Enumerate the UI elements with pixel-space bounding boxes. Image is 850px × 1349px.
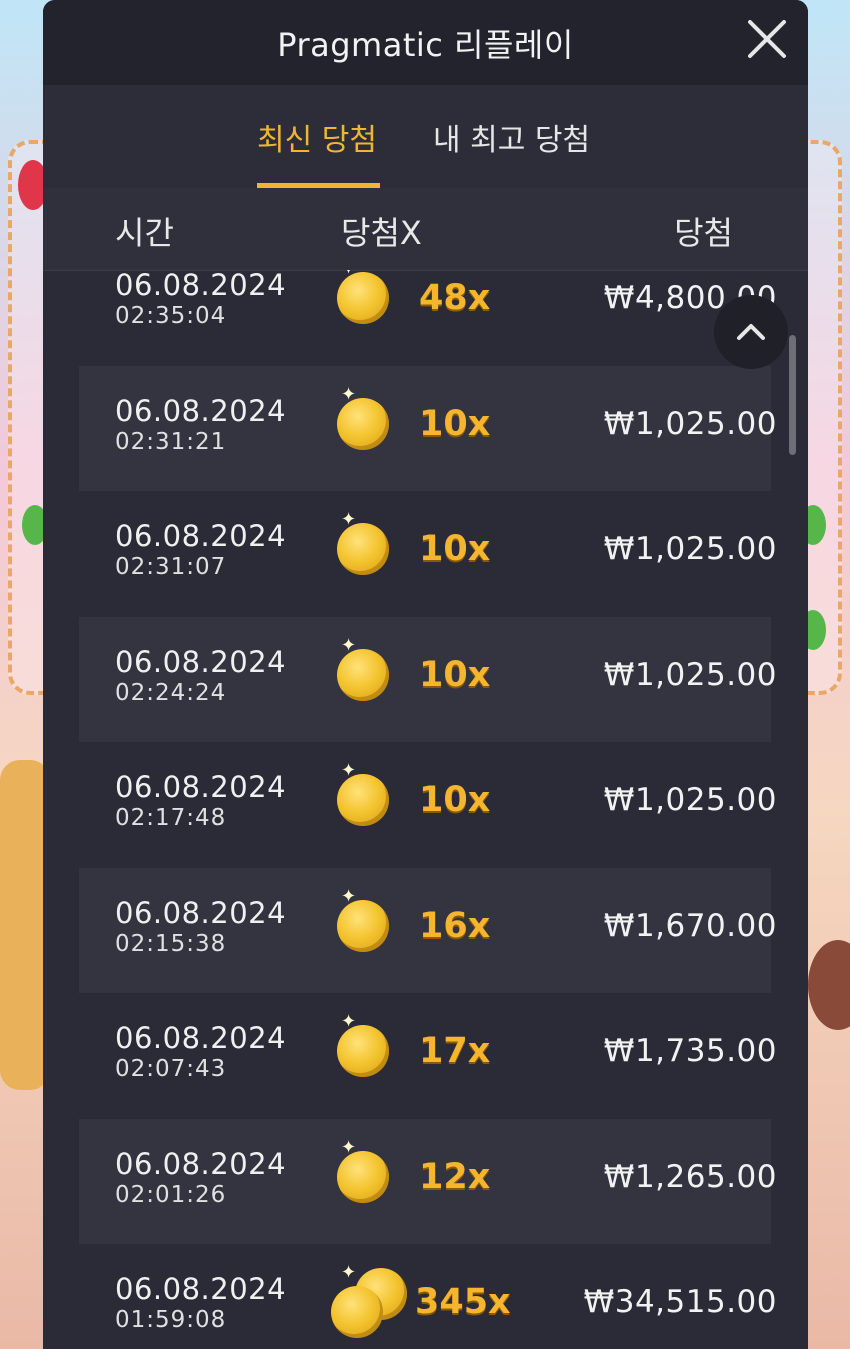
coin-icon [337,1025,389,1077]
column-header: 시간 당첨X 당첨 [43,188,808,271]
sparkle-icon: ✦ [341,760,357,781]
table-row: 06.08.2024 02:31:21 ✦ 10x ₩1,025.00 [79,365,776,491]
row-win-amount: ₩34,515.00 [583,1284,777,1320]
row-time: 02:31:21 [115,428,227,455]
candy-decoration [808,940,850,1030]
row-win-amount: ₩1,735.00 [603,1033,777,1069]
coin-icon: ✦ [337,635,407,715]
row-time: 01:59:08 [115,1307,227,1333]
coin-icon: ✦ [337,1011,407,1091]
row-multiplier: 48x [419,278,491,318]
row-win-amount: ₩1,025.00 [603,656,777,693]
row-time: 02:31:07 [115,554,227,580]
scrollbar-thumb[interactable] [789,335,796,455]
sparkle-icon: ✦ [341,509,357,530]
row-multiplier: 10x [419,780,491,820]
row-win-amount: ₩1,025.00 [603,405,777,442]
table-row: 06.08.202402:35:04✦48x₩4,800.00 [79,270,776,365]
coin-icon [337,397,389,450]
row-date: 06.08.2024 [115,1272,287,1306]
chevron-up-icon [737,324,765,340]
row-time: 02:35:04 [115,303,227,329]
row-date: 06.08.2024 [115,895,287,930]
table-row: 06.08.2024 01:59:08 ✦ 345x ₩34,515.00 [79,1244,776,1349]
sparkle-icon: ✦ [341,270,356,279]
row-time: 02:17:48 [115,805,227,831]
row-win-amount: ₩1,265.00 [603,1158,777,1195]
row-win-amount: ₩1,670.00 [603,907,777,944]
row-multiplier: 10x [419,529,491,569]
table-row: 06.08.2024 02:24:24 ✦ 10x ₩1,025.00 [79,616,776,742]
scroll-up-button[interactable] [714,295,788,369]
coin-icon [337,272,389,324]
table-row: 06.08.2024 02:01:26 ✦ 12x ₩1,265.00 [79,1118,776,1244]
panel-title: Pragmatic 리플레이 [277,25,574,64]
tab-my-top-wins[interactable]: 내 최고 당첨 [433,115,590,185]
wins-list[interactable]: 06.08.202402:35:04✦48x₩4,800.0006.08.202… [43,270,808,1349]
coin-icon: ✦ [337,760,407,840]
sparkle-icon: ✦ [341,383,357,405]
coin-icon: ✦ [337,270,407,338]
row-time: 02:07:43 [115,1056,227,1082]
coin-icon [337,899,389,952]
sparkle-icon: ✦ [341,1136,357,1158]
coin-icon [337,774,389,826]
table-row: 06.08.2024 02:15:38 ✦ 16x ₩1,670.00 [79,867,776,993]
replay-panel: Pragmatic 리플레이 최신 당첨 내 최고 당첨 시간 당첨X 당첨 0… [43,0,808,1349]
close-icon [748,20,786,58]
row-multiplier: 10x [419,403,491,444]
row-multiplier: 345x [415,1282,511,1322]
tab-latest-wins[interactable]: 최신 당첨 [257,115,377,185]
coin-icon: ✦ [331,1262,407,1342]
row-win-amount: ₩1,025.00 [603,531,777,567]
row-date: 06.08.2024 [115,270,287,302]
coin-icon [337,523,389,575]
row-date: 06.08.2024 [115,393,287,428]
close-button[interactable] [744,16,790,62]
tab-bar: 최신 당첨 내 최고 당첨 [43,85,808,188]
coin-icon: ✦ [337,384,407,464]
row-date: 06.08.2024 [115,1146,287,1181]
title-bar: Pragmatic 리플레이 [43,0,808,85]
row-date: 06.08.2024 [115,519,287,553]
row-multiplier: 17x [419,1031,491,1071]
sparkle-icon: ✦ [341,1262,357,1283]
column-time: 시간 [115,214,174,252]
coin-icon [337,1150,389,1203]
row-date: 06.08.2024 [115,770,287,804]
row-win-amount: ₩1,025.00 [603,782,777,818]
coin-icon [331,1286,383,1338]
sparkle-icon: ✦ [341,885,357,907]
table-row: 06.08.2024 02:17:48 ✦ 10x ₩1,025.00 [79,742,776,867]
row-date: 06.08.2024 [115,1021,287,1055]
sparkle-icon: ✦ [341,634,357,656]
coin-icon [337,648,389,701]
row-multiplier: 12x [419,1156,491,1197]
table-row: 06.08.2024 02:31:07 ✦ 10x ₩1,025.00 [79,491,776,616]
coin-icon: ✦ [337,1137,407,1217]
column-win: 당첨 [674,214,733,252]
column-multiplier: 당첨X [341,214,422,252]
sparkle-icon: ✦ [341,1011,357,1032]
row-date: 06.08.2024 [115,644,287,679]
row-multiplier: 10x [419,654,491,695]
coin-icon: ✦ [337,886,407,966]
row-time: 02:24:24 [115,679,227,706]
row-time: 02:15:38 [115,930,227,957]
row-multiplier: 16x [419,905,491,946]
table-row: 06.08.2024 02:07:43 ✦ 17x ₩1,735.00 [79,993,776,1118]
coin-icon: ✦ [337,509,407,589]
row-time: 02:01:26 [115,1181,227,1208]
